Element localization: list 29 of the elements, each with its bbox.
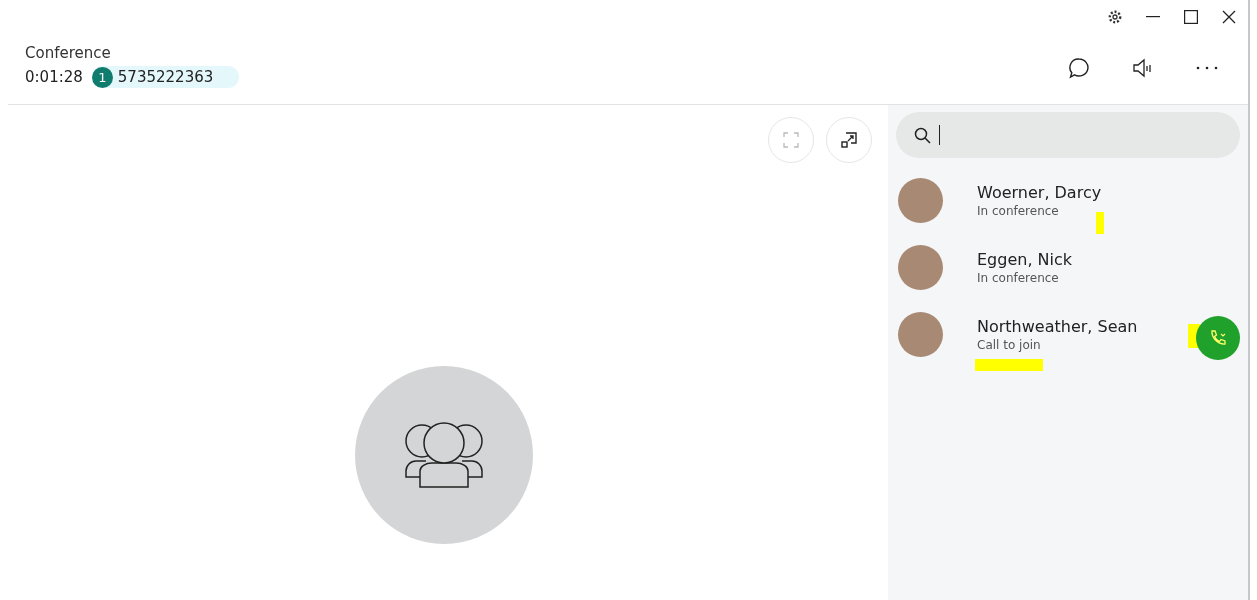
contact-avatar [898, 178, 943, 223]
settings-icon [1107, 9, 1123, 25]
popout-button[interactable] [826, 117, 872, 163]
contact-name: Woerner, Darcy [977, 183, 1102, 202]
more-icon [1196, 66, 1218, 70]
fullscreen-icon [783, 132, 799, 148]
join-call-button[interactable] [1196, 316, 1240, 360]
minimize-icon [1146, 16, 1160, 18]
contact-status: In conference [977, 271, 1060, 285]
chat-icon [1068, 57, 1090, 79]
call-duration: 0:01:28 [25, 68, 83, 86]
phone-icon [1208, 328, 1228, 348]
speaker-icon [1132, 57, 1154, 79]
popout-icon [840, 131, 858, 149]
close-icon [1222, 10, 1236, 24]
contact-name: Eggen, Nick [977, 250, 1073, 269]
participant-count: 1 [91, 66, 113, 88]
contact-name: Northweather, Sean [977, 317, 1138, 336]
contact-avatar [898, 312, 943, 357]
contact-status: Call to join [977, 338, 1042, 352]
search-field[interactable] [896, 112, 1240, 158]
contact-status: In conference [977, 204, 1060, 218]
contact-avatar [898, 245, 943, 290]
phone-number: 5735222363 [117, 68, 214, 86]
maximize-icon [1184, 10, 1198, 24]
highlight-mark [1096, 212, 1104, 234]
highlight-mark [975, 359, 1043, 371]
window-title: Conference [25, 44, 112, 62]
search-icon [914, 126, 931, 144]
